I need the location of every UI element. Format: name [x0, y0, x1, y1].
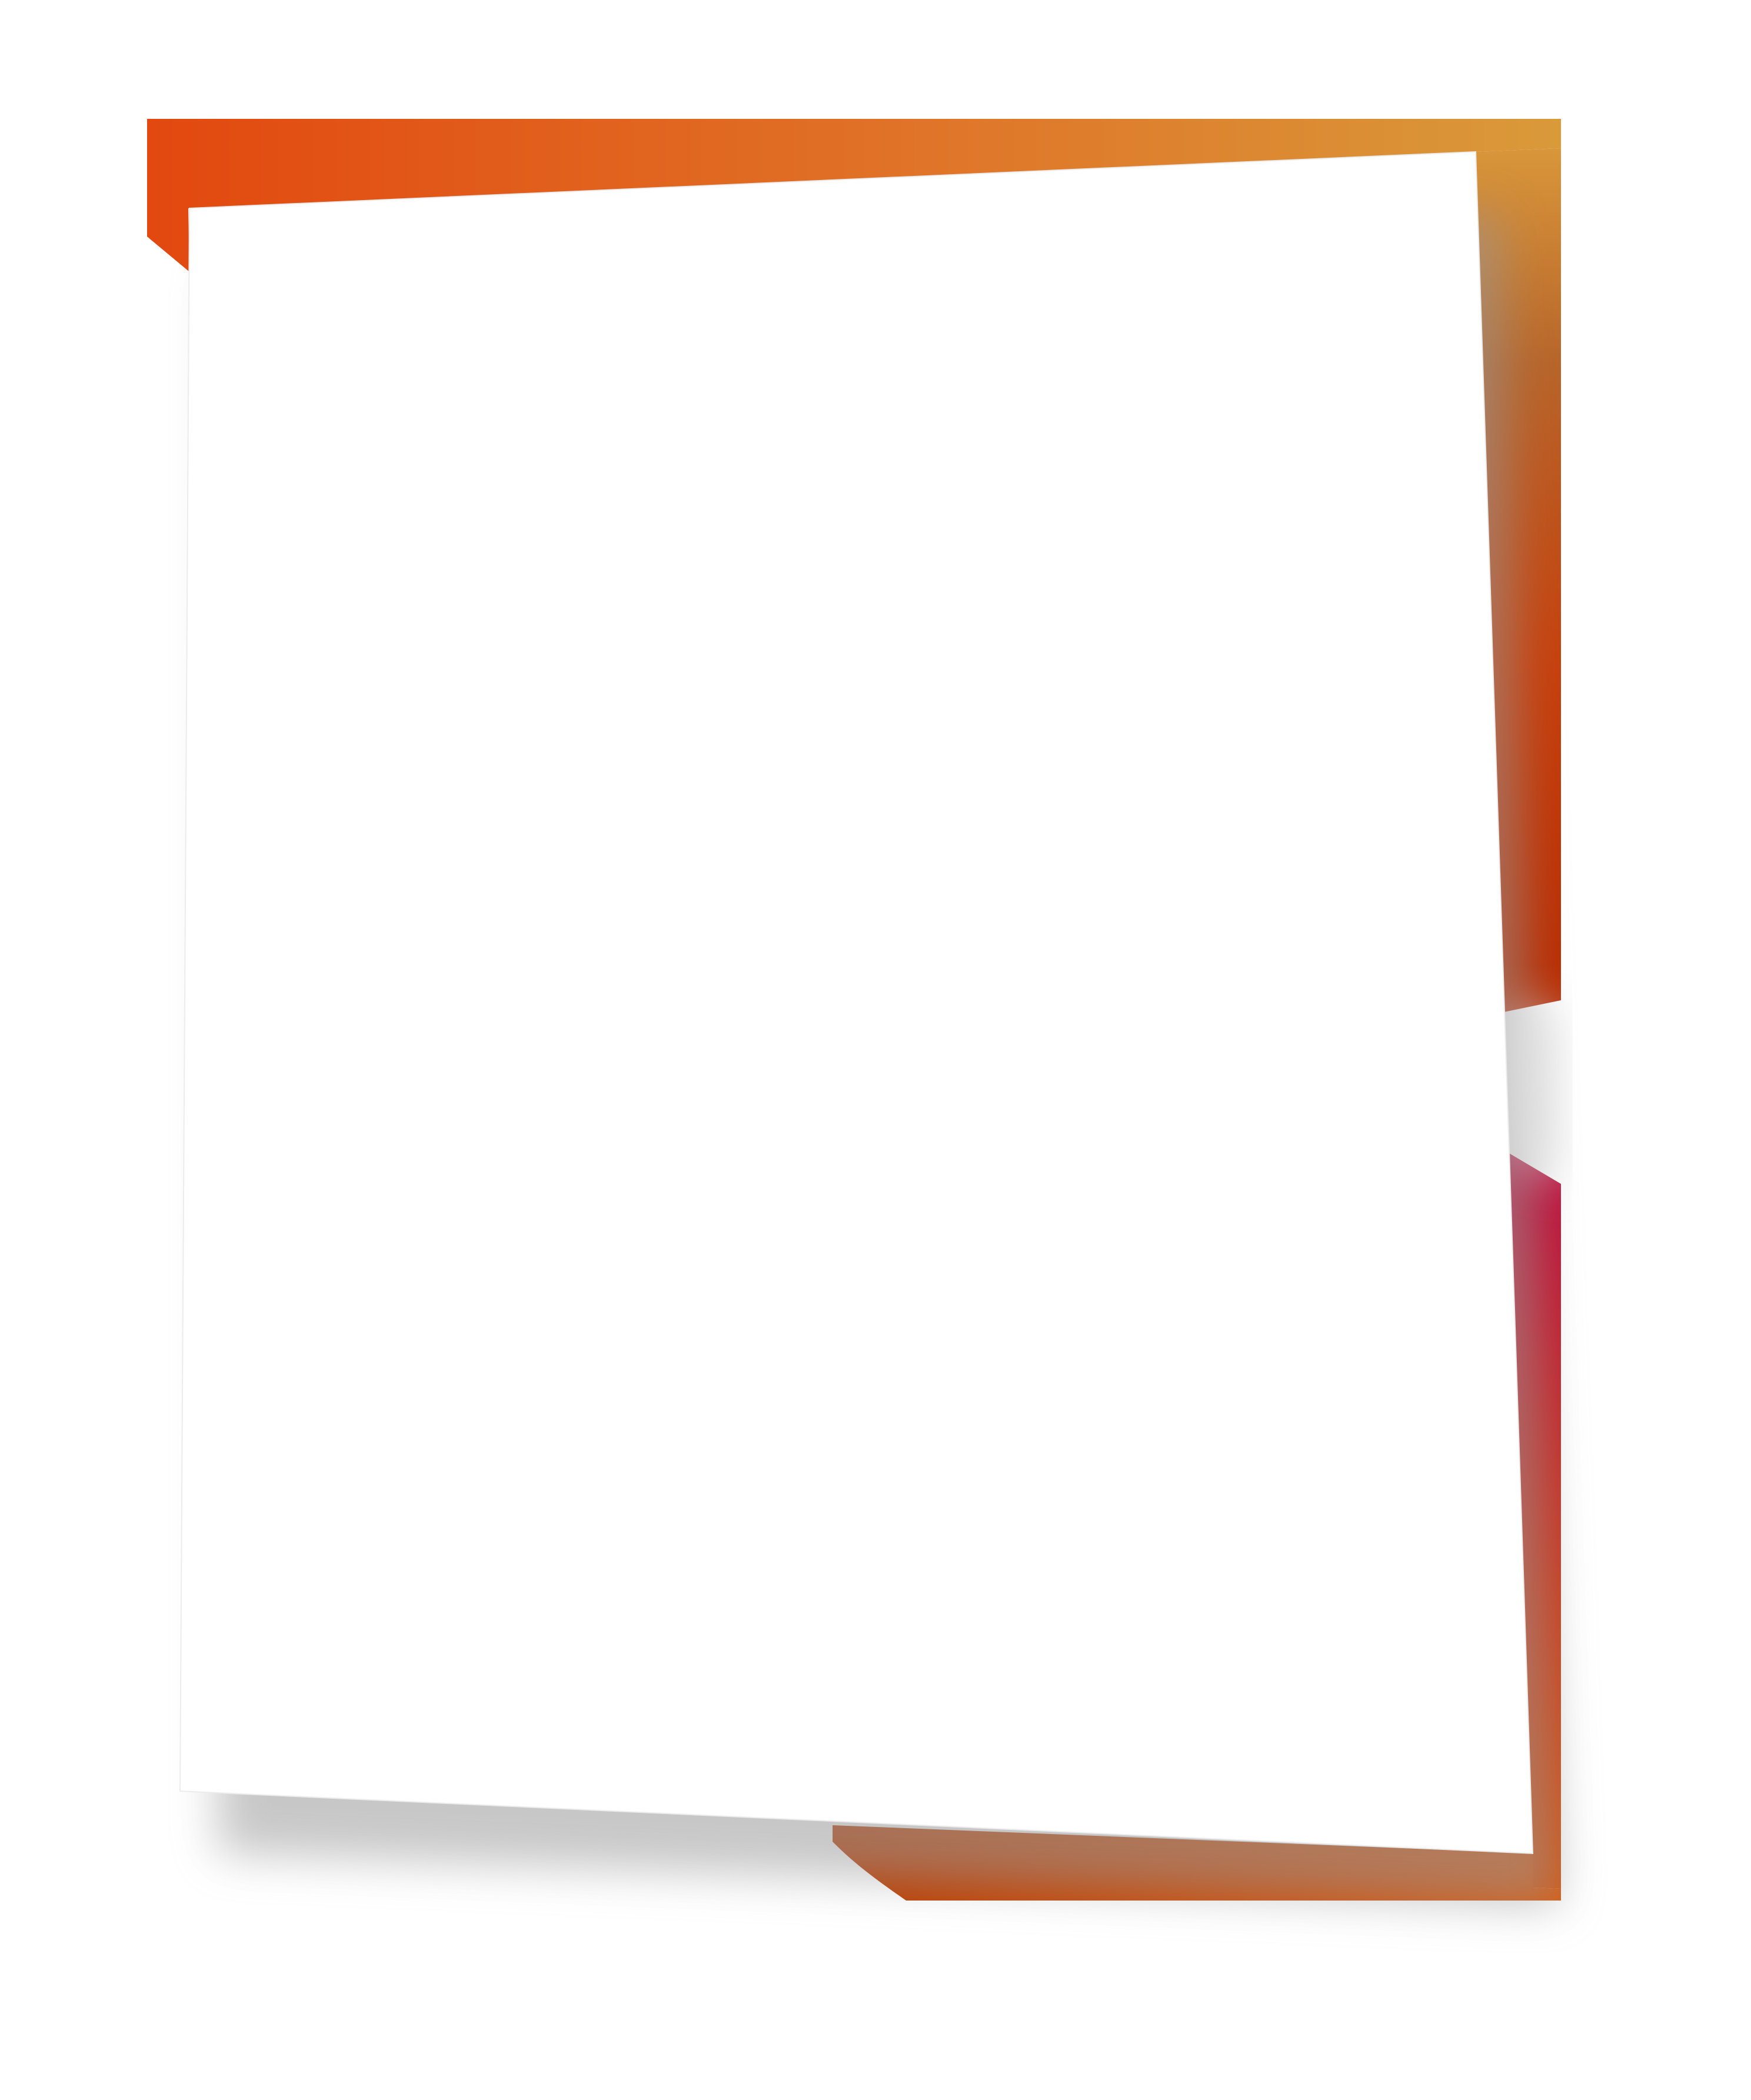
artwork-canvas: [147, 119, 1561, 1906]
paper-sheet: [180, 152, 1533, 1853]
